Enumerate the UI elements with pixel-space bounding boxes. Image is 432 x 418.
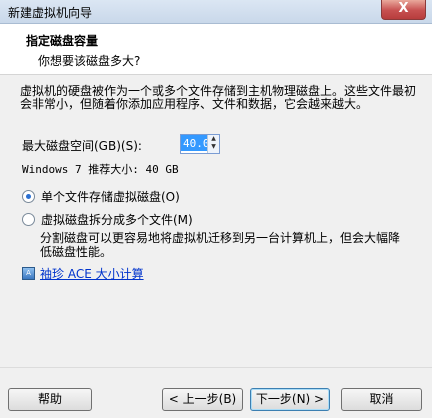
size-spin-buttons[interactable]: ▲ ▼ — [207, 135, 219, 153]
size-calc-link[interactable]: 袖珍 ACE 大小计算 — [40, 265, 144, 282]
split-files-option[interactable]: 虚拟磁盘拆分成多个文件(M) — [22, 211, 193, 228]
ace-calculator-icon: A — [22, 267, 35, 280]
split-files-hint: 分割磁盘可以更容易地将虚拟机迁移到另一台计算机上，但会大幅降低磁盘性能。 — [40, 231, 401, 259]
size-calc-link-row[interactable]: A 袖珍 ACE 大小计算 — [22, 265, 144, 282]
close-button[interactable]: X — [381, 0, 426, 20]
split-files-label[interactable]: 虚拟磁盘拆分成多个文件(M) — [41, 211, 193, 228]
back-button[interactable]: < 上一步(B) — [162, 388, 243, 411]
disk-description: 虚拟机的硬盘被作为一个或多个文件存储到主机物理磁盘上。这些文件最初会非常小，但随… — [20, 84, 417, 111]
recommended-size-text: Windows 7 推荐大小: 40 GB — [22, 163, 179, 176]
next-button[interactable]: 下一步(N) > — [250, 388, 330, 411]
wizard-footer: 帮助 < 上一步(B) 下一步(N) > 取消 — [0, 367, 432, 418]
spin-up-icon[interactable]: ▲ — [208, 135, 219, 143]
wizard-header: 指定磁盘容量 你想要该磁盘多大? — [0, 24, 432, 75]
page-subtitle: 你想要该磁盘多大? — [38, 54, 141, 68]
max-disk-size-input[interactable] — [181, 135, 207, 151]
page-title: 指定磁盘容量 — [26, 34, 99, 48]
single-file-label[interactable]: 单个文件存储虚拟磁盘(O) — [41, 188, 180, 205]
wizard-content: 虚拟机的硬盘被作为一个或多个文件存储到主机物理磁盘上。这些文件最初会非常小，但随… — [0, 75, 432, 367]
max-disk-size-stepper[interactable]: ▲ ▼ — [180, 134, 220, 154]
window-title: 新建虚拟机向导 — [8, 6, 93, 20]
window-titlebar: 新建虚拟机向导 X — [0, 0, 432, 24]
cancel-button[interactable]: 取消 — [341, 388, 422, 411]
split-files-radio[interactable] — [22, 213, 35, 226]
help-button[interactable]: 帮助 — [8, 388, 92, 411]
single-file-option[interactable]: 单个文件存储虚拟磁盘(O) — [22, 188, 180, 205]
single-file-radio[interactable] — [22, 190, 35, 203]
spin-down-icon[interactable]: ▼ — [208, 143, 219, 151]
max-disk-size-label: 最大磁盘空间(GB)(S): — [22, 139, 142, 153]
